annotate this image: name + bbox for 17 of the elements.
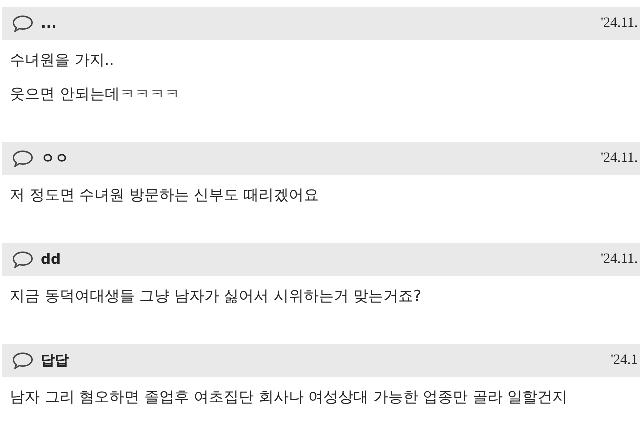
- comment-text: 저 정도면 수녀원 방문하는 신부도 때리겠어요: [10, 185, 320, 206]
- comment-text: 남자 그리 혐오하면 졸업후 여초집단 회사나 여성상대 가능한 업종만 골라 일할건지: [10, 387, 569, 408]
- speech-bubble-icon: [12, 14, 34, 32]
- comment-date: '24.1: [610, 352, 639, 368]
- speech-bubble-icon: [12, 250, 34, 268]
- nickname[interactable]: 답답: [41, 352, 69, 370]
- nickname[interactable]: dd: [41, 252, 62, 268]
- comment-date: '24.11.: [600, 150, 639, 166]
- speech-bubble-icon: [12, 150, 34, 168]
- comment-date: '24.11.: [600, 252, 639, 268]
- nickname[interactable]: ...: [41, 16, 57, 32]
- comment-text: 웃으면 안되는데ㅋㅋㅋㅋ: [10, 84, 181, 105]
- comment-text: 지금 동덕여대생들 그냥 남자가 싫어서 시위하는거 맞는거죠?: [10, 286, 423, 307]
- comment-text: 수녀원을 가지..: [10, 50, 116, 71]
- nickname[interactable]: ㅇㅇ: [41, 150, 69, 168]
- speech-bubble-icon: [12, 352, 34, 370]
- comment-date: '24.11.: [600, 16, 639, 32]
